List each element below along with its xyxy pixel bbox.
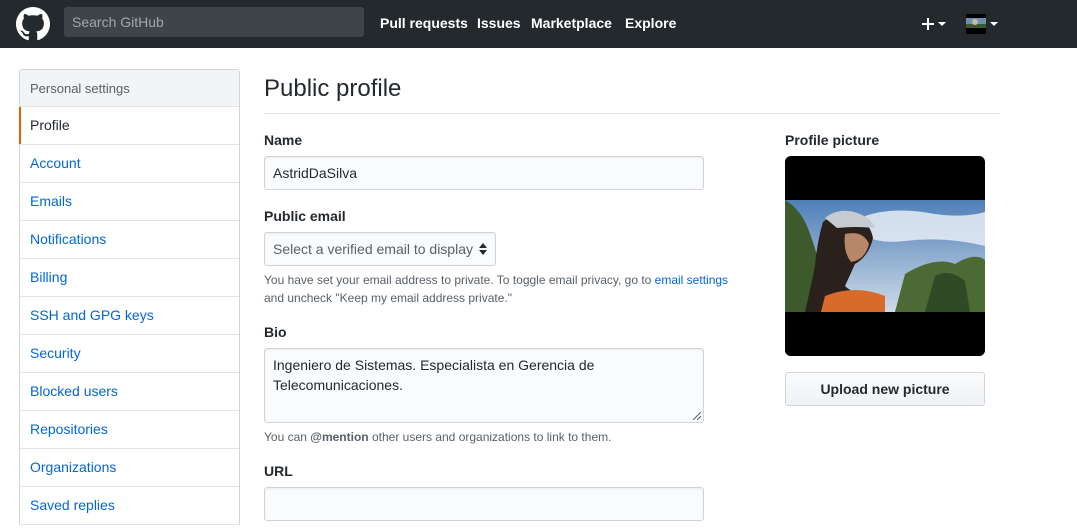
url-label: URL — [264, 463, 293, 479]
nav-issues[interactable]: Issues — [477, 15, 521, 32]
public-email-select[interactable]: Select a verified email to display — [264, 232, 496, 266]
nav-explore[interactable]: Explore — [625, 15, 676, 32]
sidebar-item-ssh-gpg-keys[interactable]: SSH and GPG keys — [20, 297, 239, 335]
top-header: Pull requests Issues Marketplace Explore — [0, 0, 1077, 48]
email-settings-link[interactable]: email settings — [655, 273, 728, 287]
profile-picture-label: Profile picture — [785, 132, 880, 148]
title-divider — [264, 113, 1000, 114]
name-field[interactable]: AstridDaSilva — [264, 156, 704, 190]
public-email-selected-value: Select a verified email to display — [273, 241, 473, 257]
sidebar-title: Personal settings — [20, 70, 239, 107]
chevron-down-icon — [938, 22, 946, 26]
bio-note-text: You can — [264, 430, 311, 444]
sidebar-item-repositories[interactable]: Repositories — [20, 411, 239, 449]
page-title: Public profile — [264, 75, 402, 102]
profile-picture — [785, 156, 985, 356]
avatar-icon — [966, 14, 986, 34]
bio-note: You can @mention other users and organiz… — [264, 428, 611, 446]
mention-text: @mention — [310, 430, 369, 444]
public-email-note-text-2: and uncheck "Keep my email address priva… — [264, 291, 512, 305]
github-logo-icon[interactable] — [16, 7, 50, 41]
select-arrows-icon — [479, 243, 487, 255]
nav-marketplace[interactable]: Marketplace — [531, 15, 612, 32]
settings-sidebar: Personal settings Profile Account Emails… — [19, 69, 240, 525]
sidebar-item-profile[interactable]: Profile — [19, 107, 239, 145]
sidebar-item-blocked-users[interactable]: Blocked users — [20, 373, 239, 411]
chevron-down-icon — [990, 22, 998, 26]
sidebar-item-security[interactable]: Security — [20, 335, 239, 373]
bio-label: Bio — [264, 324, 287, 340]
public-email-note-text: You have set your email address to priva… — [264, 273, 655, 287]
upload-picture-button[interactable]: Upload new picture — [785, 372, 985, 406]
bio-textarea[interactable]: Ingeniero de Sistemas. Especialista en G… — [264, 348, 704, 423]
search-input[interactable] — [64, 7, 364, 37]
sidebar-item-organizations[interactable]: Organizations — [20, 449, 239, 487]
resize-grip-icon[interactable] — [693, 412, 701, 420]
bio-note-text-2: other users and organizations to link to… — [368, 430, 612, 444]
name-label: Name — [264, 132, 303, 148]
sidebar-item-emails[interactable]: Emails — [20, 183, 239, 221]
user-menu[interactable] — [966, 13, 998, 35]
sidebar-item-saved-replies[interactable]: Saved replies — [20, 487, 239, 525]
url-field[interactable] — [264, 487, 704, 521]
public-email-label: Public email — [264, 208, 346, 224]
create-new-menu[interactable] — [922, 13, 946, 35]
sidebar-item-notifications[interactable]: Notifications — [20, 221, 239, 259]
plus-icon — [922, 18, 934, 30]
public-email-note: You have set your email address to priva… — [264, 271, 744, 307]
sidebar-item-account[interactable]: Account — [20, 145, 239, 183]
nav-pull-requests[interactable]: Pull requests — [380, 15, 468, 32]
profile-photo — [785, 200, 985, 356]
bio-text: Ingeniero de Sistemas. Especialista en G… — [273, 357, 595, 393]
sidebar-item-billing[interactable]: Billing — [20, 259, 239, 297]
